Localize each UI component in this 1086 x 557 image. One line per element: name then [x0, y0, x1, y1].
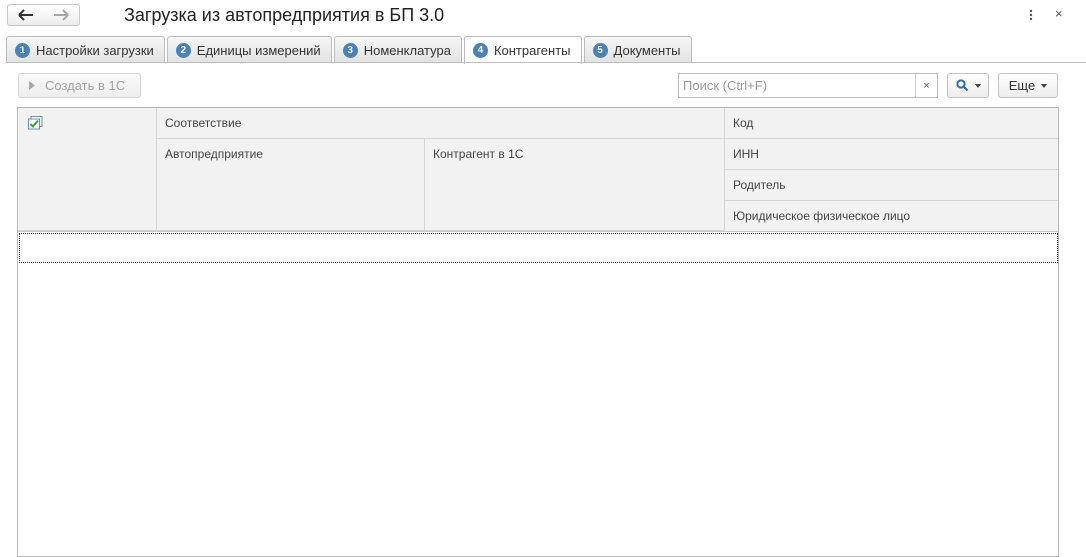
tab-bar: 1 Настройки загрузки 2 Единицы измерений… [6, 36, 694, 64]
search-input[interactable] [679, 74, 915, 97]
column-header-parent[interactable]: Родитель [725, 170, 1058, 201]
check-column-header[interactable] [18, 108, 157, 231]
table-row[interactable] [19, 233, 1058, 263]
arrow-right-icon [54, 9, 69, 21]
tab-counterparties[interactable]: 4 Контрагенты [463, 36, 582, 64]
create-in-1c-button[interactable]: Создать в 1С [18, 73, 141, 98]
search-icon [955, 79, 968, 92]
tab-number-badge: 4 [472, 43, 488, 58]
arrow-left-icon [17, 9, 33, 21]
tab-label: Документы [613, 42, 681, 58]
column-header-code[interactable]: Код [725, 108, 1058, 139]
column-header-counterparty[interactable]: Контрагент в 1С [425, 139, 725, 231]
tab-nomenclature[interactable]: 3 Номенклатура [333, 36, 462, 63]
tab-label: Номенклатура [363, 42, 451, 58]
header-divider [18, 231, 1058, 232]
tab-load-settings[interactable]: 1 Настройки загрузки [6, 36, 165, 63]
chevron-down-icon [1041, 83, 1048, 88]
close-icon[interactable]: × [1055, 6, 1063, 21]
forward-button[interactable] [43, 4, 80, 26]
vertical-dots-icon[interactable] [1026, 8, 1036, 22]
search-clear-button[interactable]: × [915, 74, 937, 97]
tab-number-badge: 2 [175, 42, 191, 58]
search-button[interactable] [947, 73, 989, 98]
tab-underline [6, 62, 1086, 63]
tab-number-badge: 5 [592, 42, 608, 58]
tab-label: Настройки загрузки [36, 42, 154, 58]
column-header-autoenterprise[interactable]: Автопредприятие [157, 139, 425, 231]
column-header-inn[interactable]: ИНН [725, 139, 1058, 170]
more-button[interactable]: Еще [998, 73, 1058, 98]
check-all-icon [28, 116, 43, 130]
play-icon [29, 81, 35, 90]
tab-label: Контрагенты [493, 43, 571, 58]
column-header-legal-type[interactable]: Юридическое физическое лицо [725, 201, 1058, 231]
counterparties-table[interactable]: Соответствие Автопредприятие Контрагент … [17, 107, 1059, 557]
search-box: × [678, 73, 938, 98]
create-button-label: Создать в 1С [45, 78, 126, 93]
tab-number-badge: 3 [342, 42, 358, 58]
window-title: Загрузка из автопредприятия в БП 3.0 [124, 5, 445, 25]
more-button-label: Еще [1008, 78, 1036, 93]
column-header-match[interactable]: Соответствие [157, 108, 725, 139]
tab-units[interactable]: 2 Единицы измерений [166, 36, 332, 63]
back-button[interactable] [7, 4, 44, 26]
tab-label: Единицы измерений [196, 42, 321, 58]
tab-number-badge: 1 [15, 42, 30, 58]
chevron-down-icon [974, 83, 981, 88]
tab-documents[interactable]: 5 Документы [583, 36, 692, 63]
